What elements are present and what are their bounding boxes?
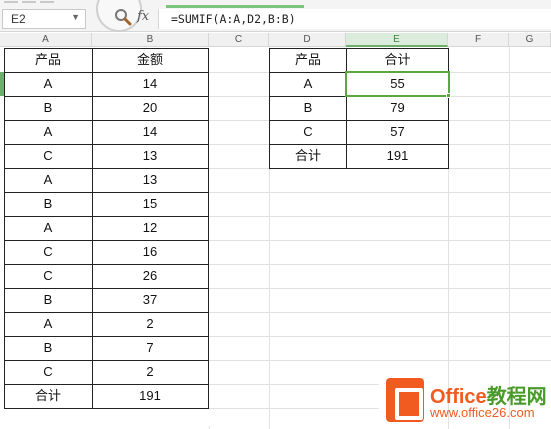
- total-value[interactable]: 191: [347, 144, 448, 168]
- table-cell[interactable]: 16: [92, 240, 208, 264]
- table-cell[interactable]: 14: [92, 72, 208, 96]
- fill-handle[interactable]: [446, 93, 451, 98]
- table-cell[interactable]: A: [4, 168, 92, 192]
- ribbon-accent-bar: [166, 5, 304, 8]
- column-header-b[interactable]: B: [92, 33, 209, 47]
- table-cell[interactable]: 26: [92, 264, 208, 288]
- toolbar-remnant: [0, 0, 551, 4]
- table-cell[interactable]: C: [270, 120, 346, 144]
- table-cell[interactable]: 2: [92, 360, 208, 384]
- column-header-c[interactable]: C: [209, 33, 269, 47]
- header-product[interactable]: 产品: [4, 48, 92, 72]
- total-value[interactable]: 191: [92, 384, 208, 408]
- column-header-g[interactable]: G: [509, 33, 551, 47]
- table-cell[interactable]: B: [270, 96, 346, 120]
- table-cell[interactable]: B: [4, 96, 92, 120]
- header-amount[interactable]: 金额: [92, 48, 208, 72]
- table-cell[interactable]: B: [4, 192, 92, 216]
- selected-cell-e2[interactable]: [345, 71, 450, 97]
- table-cell[interactable]: C: [4, 360, 92, 384]
- table-cell[interactable]: C: [4, 144, 92, 168]
- table-cell[interactable]: 2: [92, 312, 208, 336]
- formula-input[interactable]: =SUMIF(A:A,D2,B:B): [158, 9, 551, 29]
- table-cell[interactable]: 57: [347, 120, 448, 144]
- formula-bar: E2 ▼ fx =SUMIF(A:A,D2,B:B): [0, 0, 551, 32]
- table-cell[interactable]: B: [4, 336, 92, 360]
- column-header-a[interactable]: A: [0, 33, 92, 47]
- watermark-url: www.office26.com: [430, 405, 535, 420]
- table-cell[interactable]: B: [4, 288, 92, 312]
- table-cell[interactable]: A: [4, 312, 92, 336]
- table-cell[interactable]: C: [4, 264, 92, 288]
- table-cell[interactable]: C: [4, 240, 92, 264]
- table-cell[interactable]: A: [270, 72, 346, 96]
- total-label[interactable]: 合计: [270, 144, 346, 168]
- total-label[interactable]: 合计: [4, 384, 92, 408]
- column-header-e[interactable]: E: [346, 33, 448, 47]
- table-cell[interactable]: 7: [92, 336, 208, 360]
- table-cell[interactable]: 79: [347, 96, 448, 120]
- name-box[interactable]: E2 ▼: [2, 9, 86, 29]
- table-cell[interactable]: 14: [92, 120, 208, 144]
- zoom-icon[interactable]: [114, 8, 132, 26]
- table-cell[interactable]: 12: [92, 216, 208, 240]
- table-cell[interactable]: 13: [92, 168, 208, 192]
- table-cell[interactable]: 20: [92, 96, 208, 120]
- office-logo-icon: [386, 378, 424, 422]
- table-cell[interactable]: A: [4, 120, 92, 144]
- chevron-down-icon[interactable]: ▼: [71, 12, 80, 22]
- name-box-value: E2: [11, 12, 26, 26]
- header-total[interactable]: 合计: [347, 48, 448, 72]
- table-cell[interactable]: 13: [92, 144, 208, 168]
- table-cell[interactable]: A: [4, 216, 92, 240]
- column-header-f[interactable]: F: [448, 33, 509, 47]
- table-cell[interactable]: A: [4, 72, 92, 96]
- fx-icon[interactable]: fx: [137, 9, 149, 24]
- table-cell[interactable]: 15: [92, 192, 208, 216]
- table-cell[interactable]: 37: [92, 288, 208, 312]
- header-product[interactable]: 产品: [270, 48, 346, 72]
- column-header-d[interactable]: D: [269, 33, 346, 47]
